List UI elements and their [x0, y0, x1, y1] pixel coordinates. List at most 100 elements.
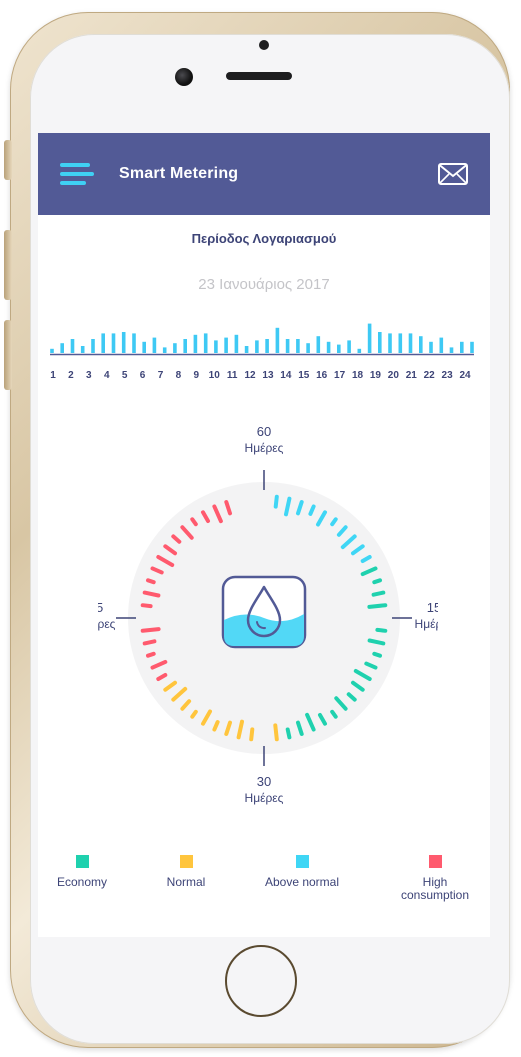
chart-bar: [296, 339, 300, 353]
legend: Economy Normal Above normal High consumptio…: [38, 855, 490, 925]
mute-switch: [4, 140, 12, 180]
hour-tick-label: 6: [139, 370, 146, 381]
legend-label: Normal: [166, 875, 206, 889]
chart-bar: [214, 340, 218, 353]
chart-bar: [152, 337, 157, 353]
hamburger-menu-icon[interactable]: [60, 163, 94, 187]
gauge-label-bottom-unit: Ημέρες: [245, 791, 284, 805]
hour-tick-label: 3: [86, 370, 92, 381]
legend-swatch: [179, 855, 193, 868]
chart-bar: [162, 347, 167, 353]
home-button[interactable]: [225, 945, 297, 1017]
mail-icon[interactable]: [438, 163, 468, 185]
hour-tick-label: 23: [441, 370, 453, 381]
legend-item: Economy: [38, 855, 137, 889]
app-title: Smart Metering: [119, 165, 239, 182]
gauge-tick: [190, 709, 198, 719]
hour-tick-label: 13: [262, 370, 274, 381]
hour-tick-label: 7: [157, 370, 164, 381]
chart-bar: [121, 332, 126, 353]
legend-item: Normal: [131, 855, 241, 889]
hour-axis-labels: 1 2 3 4 5 6 7 8 9 10 11 12 13 14 15 16 17 18 19 20 21 22 23 24: [38, 370, 490, 386]
gauge-tick: [372, 578, 382, 585]
gauge-tick: [146, 651, 156, 658]
gauge-tick: [140, 603, 153, 609]
chart-bar: [449, 347, 454, 353]
hour-tick-label: 16: [316, 370, 328, 381]
chart-bar: [111, 333, 116, 353]
chart-bar: [142, 341, 146, 353]
chart-bar: [347, 340, 351, 353]
gauge-tick: [371, 590, 386, 597]
chart-bar: [70, 339, 75, 353]
legend-swatch: [428, 855, 442, 868]
app-screen: Smart Metering Περίοδος Λογαριασμού 23 Ι…: [38, 133, 490, 937]
hour-tick-label: 11: [226, 370, 238, 381]
gauge-label-bottom-value: 30: [257, 774, 271, 789]
chart-bar: [255, 340, 259, 353]
hour-tick-label: 17: [334, 370, 346, 381]
volume-up-button: [4, 230, 12, 300]
hour-tick-label: 15: [298, 370, 310, 381]
chart-bar: [460, 341, 464, 353]
chart-bar: [183, 339, 187, 353]
gauge-label-right-value: 15: [427, 600, 438, 615]
chart-bar: [326, 341, 331, 353]
gauge-tick: [249, 727, 255, 742]
chart-bar: [388, 333, 392, 353]
chart-bar: [367, 323, 372, 353]
chart-bar: [419, 336, 423, 353]
chart-bar: [306, 343, 310, 353]
gauge-tick: [330, 517, 338, 527]
hour-tick-label: 22: [423, 370, 435, 381]
billing-period-title: Περίοδος Λογαριασμού: [191, 231, 337, 246]
hour-tick-label: 5: [121, 370, 128, 381]
volume-down-button: [4, 320, 12, 390]
gauge-tick: [190, 517, 198, 527]
chart-bar: [357, 348, 362, 353]
gauge-tick: [367, 638, 386, 646]
chart-bar: [101, 333, 105, 353]
gauge-tick: [330, 709, 338, 719]
gauge-tick: [140, 627, 161, 633]
gauge-tick: [146, 578, 156, 585]
gauge-label-left-value: 45: [98, 600, 103, 615]
consumption-gauge: 60 Ημέρες 15 Ημέρες 30 Ημέρες 45 Ημέρες: [98, 424, 438, 805]
hour-tick-label: 19: [369, 370, 381, 381]
app-header: Smart Metering: [38, 133, 490, 215]
gauge-label-top-value: 60: [257, 424, 271, 439]
chart-bar: [470, 341, 474, 353]
hour-tick-label: 1: [50, 370, 56, 381]
chart-bar: [378, 332, 382, 353]
gauge-tick: [273, 723, 279, 742]
hour-tick-label: 10: [208, 370, 220, 381]
earpiece-speaker: [226, 72, 292, 80]
chart-bar: [91, 339, 95, 353]
hour-tick-label: 21: [405, 370, 417, 381]
front-camera: [175, 68, 193, 86]
chart-bar: [203, 333, 208, 353]
hour-tick-label: 24: [459, 370, 471, 381]
gauge-tick: [375, 627, 388, 633]
chart-bar: [429, 341, 433, 353]
chart-bar: [316, 336, 321, 353]
chart-bar: [234, 334, 239, 353]
water-drop-icon: [221, 575, 307, 649]
legend-label: High consumption: [400, 875, 470, 902]
chart-bar: [285, 339, 290, 353]
legend-swatch: [295, 855, 309, 868]
gauge-tick: [367, 603, 388, 609]
chart-bar: [337, 344, 341, 353]
gauge-tick: [285, 727, 292, 740]
gauge-label-left-unit: Ημέρες: [98, 617, 116, 631]
hour-tick-label: 18: [351, 370, 364, 381]
chart-bar: [80, 346, 85, 353]
legend-label: Economy: [56, 875, 108, 889]
chart-bar: [439, 337, 444, 353]
gauge-label-right-unit: Ημέρες: [415, 617, 438, 631]
chart-bar: [50, 348, 54, 353]
legend-item: Above normal: [247, 855, 357, 889]
chart-bar: [173, 343, 177, 353]
chart-bar: [193, 334, 198, 353]
hour-tick-label: 14: [280, 370, 292, 381]
